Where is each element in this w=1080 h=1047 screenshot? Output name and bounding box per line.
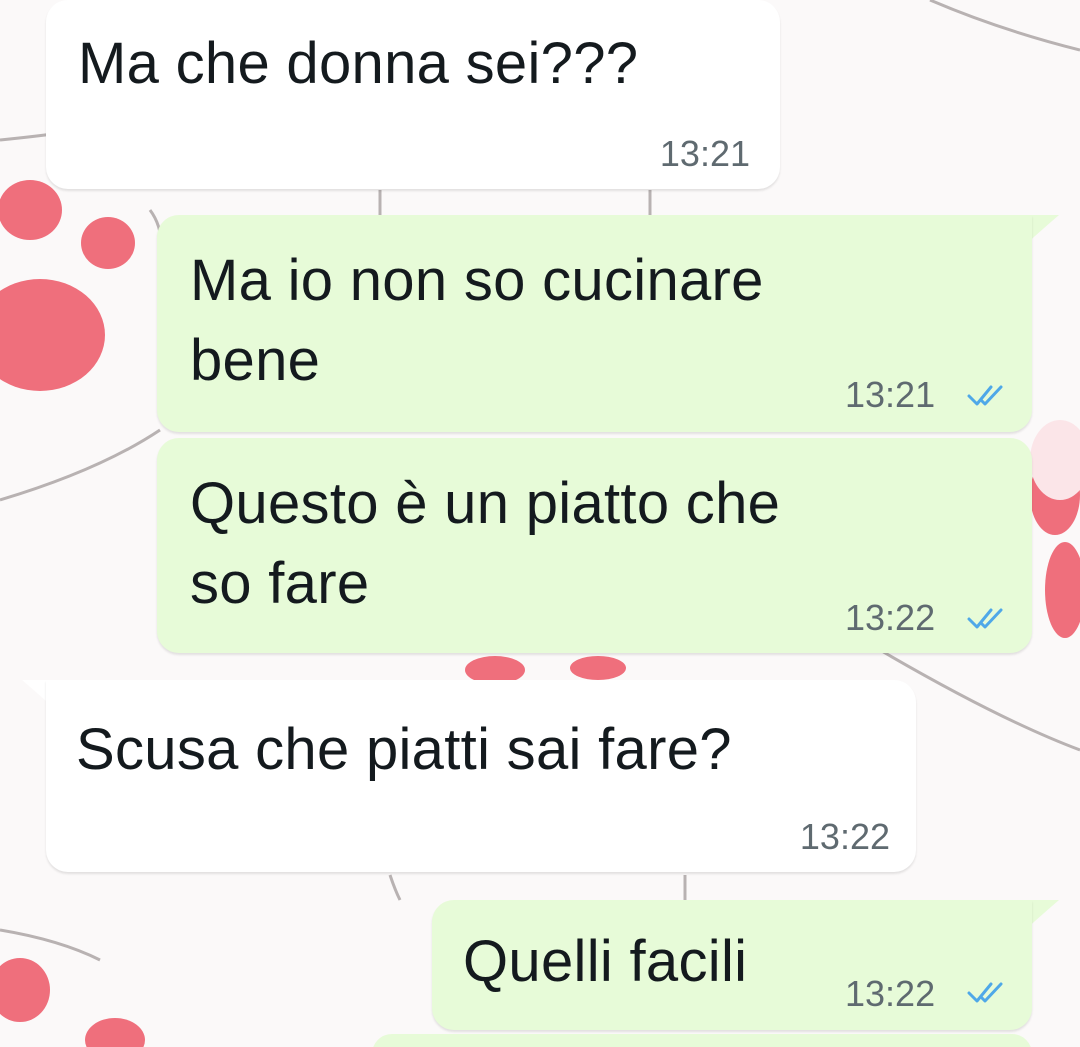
- message-bubble-outgoing[interactable]: Questo è un piatto che so fare 13:22: [157, 438, 1032, 653]
- message-text: Scusa che piatti sai fare?: [76, 717, 732, 782]
- message-timestamp: 13:21: [845, 374, 936, 415]
- message-timestamp: 13:22: [845, 973, 936, 1014]
- message-timestamp: 13:22: [799, 816, 890, 857]
- double-check-icon: [967, 385, 1003, 406]
- message-text: Quelli facili: [463, 929, 748, 994]
- message-bubble-incoming[interactable]: Scusa che piatti sai fare? 13:22: [46, 680, 916, 872]
- message-text: Ma io non so cucinare bene: [190, 248, 764, 393]
- message-text: Questo è un piatto che so fare: [190, 471, 781, 616]
- double-check-icon: [967, 982, 1003, 1003]
- message-bubble-incoming[interactable]: Ma che donna sei??? 13:21: [46, 0, 780, 189]
- message-bubble-outgoing[interactable]: Ma io non so cucinare bene 13:21: [157, 215, 1032, 432]
- message-timestamp: 13:22: [845, 597, 936, 638]
- double-check-icon: [967, 608, 1003, 629]
- message-text: Ma che donna sei???: [78, 31, 639, 96]
- message-bubble-outgoing[interactable]: Quelli facili 13:22: [432, 900, 1032, 1030]
- message-timestamp: 13:21: [659, 133, 750, 174]
- message-bubble-outgoing-partial[interactable]: [372, 1034, 1032, 1047]
- chat-view[interactable]: Ma che donna sei??? 13:21 Ma io non so c…: [0, 0, 1080, 1047]
